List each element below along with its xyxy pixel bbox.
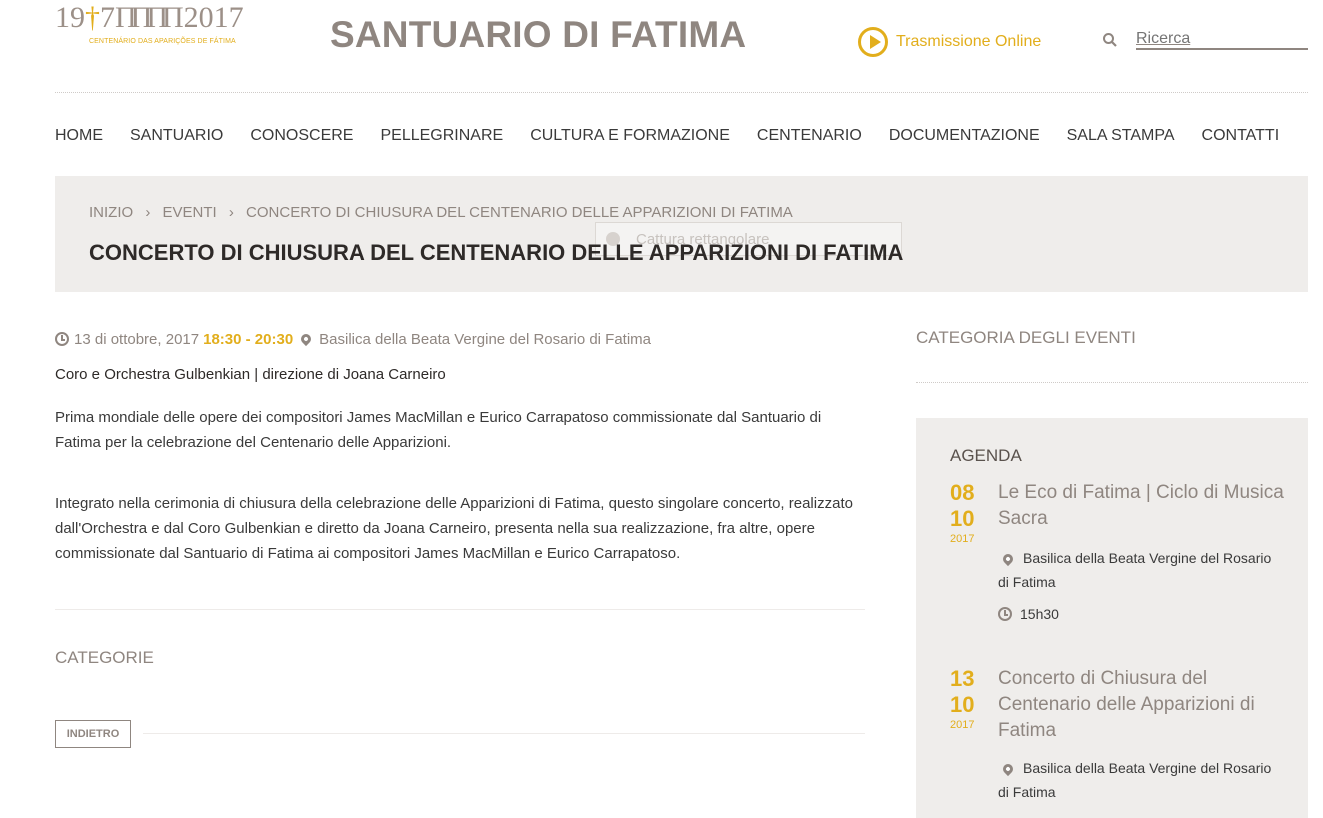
event-content: 13 di ottobre, 2017 18:30 - 20:30 Basili… [55,328,865,566]
agenda-year: 2017 [950,719,975,731]
agenda-item-location: Basilica della Beata Vergine del Rosario… [998,546,1278,594]
breadcrumb-home[interactable]: INIZIO [89,204,133,221]
breadcrumb-separator: › [145,204,151,221]
event-location: Basilica della Beata Vergine del Rosario… [319,330,652,348]
logo-subtitle: CENTENÁRIO DAS APARIÇÕES DE FÁTIMA [89,38,236,45]
event-time: 18:30 - 20:30 [203,330,294,348]
site-header: 19†7ΠΠΠΠ 2017 CENTENÁRIO DAS APARIÇÕES DE… [0,0,1323,60]
nav-item-cultura-e-formazione[interactable]: CULTURA E FORMAZIONE [530,127,730,149]
back-divider [143,733,865,734]
content-divider [55,609,865,610]
map-pin-icon [1000,552,1016,567]
event-date: 13 di ottobre, 2017 [74,330,200,348]
nav-item-contatti[interactable]: CONTATTI [1202,127,1280,149]
breadcrumb-events[interactable]: EVENTI [163,204,217,221]
agenda-title: AGENDA [950,446,1022,465]
agenda-item-title[interactable]: Concerto di Chiusura del Centenario dell… [998,666,1288,744]
clock-icon [55,332,69,346]
event-paragraph: Prima mondiale delle opere dei composito… [55,409,822,451]
agenda-month: 10 [950,506,975,531]
agenda-year: 2017 [950,533,975,545]
nav-item-pellegrinare[interactable]: PELLEGRINARE [380,127,503,149]
search-icon[interactable] [1102,32,1118,48]
agenda-day: 08 [950,480,975,505]
agenda-month: 10 [950,692,975,717]
breadcrumb-separator: › [228,204,234,221]
agenda-item-title[interactable]: Le Eco di Fatima | Ciclo di Musica Sacra [998,480,1288,532]
search-input[interactable] [1136,30,1308,50]
play-circle-icon [858,27,888,57]
agenda-date: 13 10 2017 [950,666,990,732]
live-stream-link[interactable]: Trasmissione Online [858,27,1041,57]
page-title: CONCERTO DI CHIUSURA DEL CENTENARIO DELL… [89,240,904,265]
agenda-item-location: Basilica della Beata Vergine del Rosario… [998,756,1278,804]
categories-heading: CATEGORIE [55,648,154,667]
agenda-day: 13 [950,666,975,691]
site-title[interactable]: SANTUARIO DI FATIMA [330,14,746,56]
back-button[interactable]: INDIETRO [55,720,131,748]
header-divider [55,92,1308,93]
main-nav: HOME SANTUARIO CONOSCERE PELLEGRINARE CU… [55,127,1306,149]
agenda-time-text: 15h30 [1020,606,1059,622]
event-paragraph: Integrato nella cerimonia di chiusura de… [55,495,853,562]
event-subtitle: Coro e Orchestra Gulbenkian | direzione … [55,366,446,383]
breadcrumb-current: CONCERTO DI CHIUSURA DEL CENTENARIO DELL… [246,204,793,221]
breadcrumb: INIZIO › EVENTI › CONCERTO DI CHIUSURA D… [89,204,793,221]
back-row: INDIETRO [55,720,865,748]
map-pin-icon [299,331,314,347]
centenary-logo[interactable]: 19†7ΠΠΠΠ 2017 CENTENÁRIO DAS APARIÇÕES DE… [55,0,275,55]
clock-icon [998,607,1012,621]
event-categories-heading: CATEGORIA DEGLI EVENTI [916,328,1136,347]
nav-item-centenario[interactable]: CENTENARIO [757,127,862,149]
agenda-location-text: Basilica della Beata Vergine del Rosario… [998,550,1272,590]
nav-item-conoscere[interactable]: CONOSCERE [250,127,353,149]
agenda-date: 08 10 2017 [950,480,990,546]
map-pin-icon [1000,762,1016,777]
search-box [1102,30,1308,52]
sidebar-divider [916,382,1308,383]
agenda-location-text: Basilica della Beata Vergine del Rosario… [998,760,1272,800]
nav-item-documentazione[interactable]: DOCUMENTAZIONE [889,127,1040,149]
nav-item-santuario[interactable]: SANTUARIO [130,127,223,149]
live-stream-label: Trasmissione Online [896,33,1042,50]
page-header-banner: INIZIO › EVENTI › CONCERTO DI CHIUSURA D… [55,176,1308,292]
nav-item-home[interactable]: HOME [55,127,103,149]
agenda-panel: AGENDA 08 10 2017 Le Eco di Fatima | Cic… [916,418,1308,818]
event-meta: 13 di ottobre, 2017 18:30 - 20:30 Basili… [55,328,865,350]
nav-item-sala-stampa[interactable]: SALA STAMPA [1067,127,1175,149]
logo-mark: 19†7ΠΠΠΠ 2017 [55,1,244,34]
agenda-item-time: 15h30 [998,606,1059,622]
